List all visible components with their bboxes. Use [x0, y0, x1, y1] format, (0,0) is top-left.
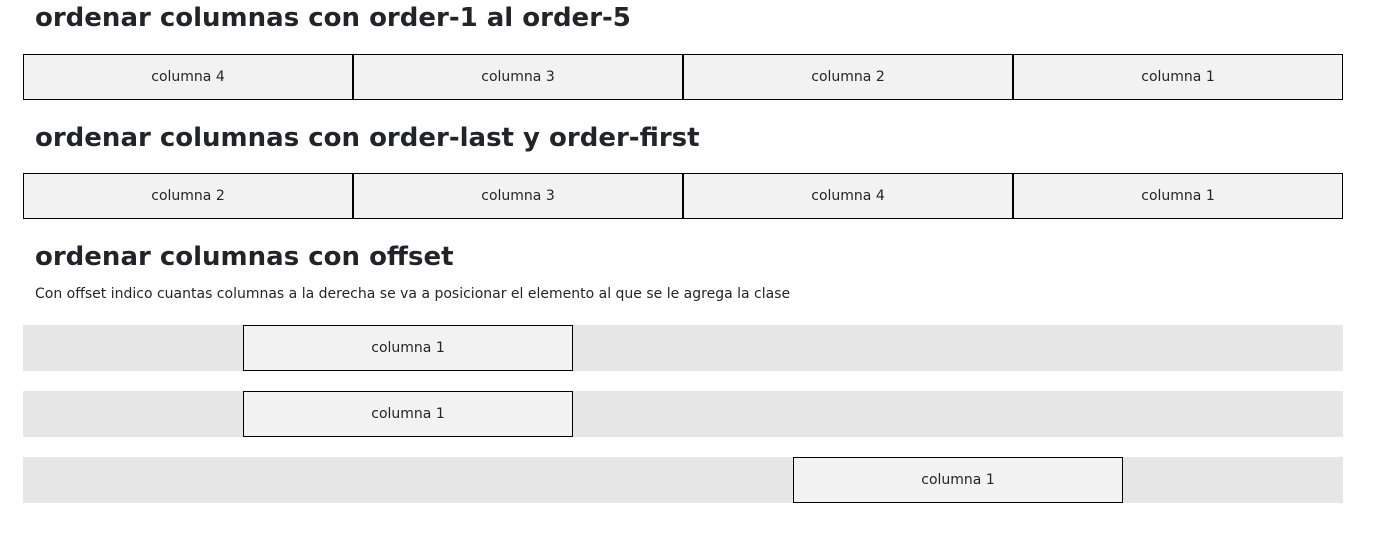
offset-row: columna 1: [23, 457, 1343, 503]
order-column-cell: columna 4: [23, 54, 353, 100]
offset-column-cell: columna 1: [243, 391, 573, 437]
first-last-column-cell: columna 3: [353, 173, 683, 219]
section-title-order: ordenar columnas con order-1 al order-5: [35, 3, 631, 33]
section-title-first-last: ordenar columnas con order-last y order-…: [35, 123, 700, 153]
offset-row: columna 1: [23, 325, 1343, 371]
order-column-cell: columna 2: [683, 54, 1013, 100]
offset-column-cell: columna 1: [793, 457, 1123, 503]
order-column-cell: columna 1: [1013, 54, 1343, 100]
order-column-cell: columna 3: [353, 54, 683, 100]
first-last-column-cell: columna 1: [1013, 173, 1343, 219]
first-last-column-cell: columna 2: [23, 173, 353, 219]
offset-description: Con offset indico cuantas columnas a la …: [35, 286, 791, 302]
order-columns-row: columna 4 columna 3 columna 2 columna 1: [23, 54, 1343, 100]
first-last-column-cell: columna 4: [683, 173, 1013, 219]
offset-row: columna 1: [23, 391, 1343, 437]
first-last-columns-row: columna 2 columna 3 columna 4 columna 1: [23, 173, 1343, 219]
offset-column-cell: columna 1: [243, 325, 573, 371]
section-title-offset: ordenar columnas con offset: [35, 242, 454, 272]
